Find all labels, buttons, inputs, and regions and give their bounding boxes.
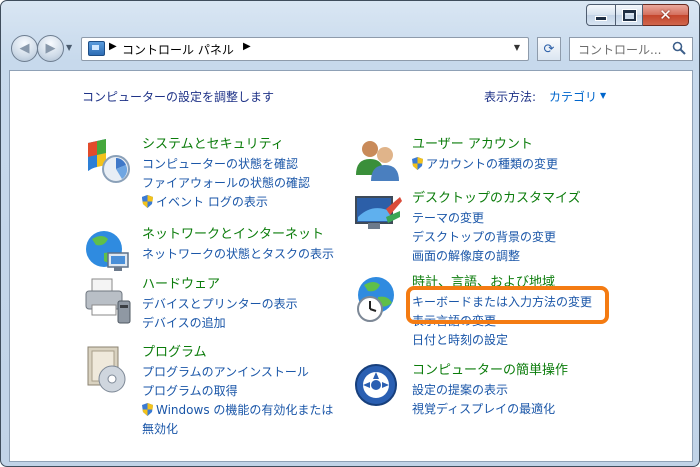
breadcrumb-chevron-icon[interactable]: ▶ (109, 41, 117, 52)
link-suggested-settings[interactable]: 設定の提案の表示 (412, 381, 568, 400)
link-label: アカウントの種類の変更 (426, 157, 559, 171)
link-adjust-resolution[interactable]: 画面の解像度の調整 (412, 247, 581, 266)
category-title[interactable]: プログラム (142, 343, 342, 362)
page-title: コンピューターの設定を調整します (82, 90, 275, 104)
minimize-button[interactable] (586, 4, 616, 26)
refresh-button[interactable]: ⟳ (537, 37, 561, 61)
recent-pages-dropdown[interactable]: ▼ (66, 43, 72, 52)
link-devices-printers[interactable]: デバイスとプリンターの表示 (142, 295, 298, 314)
breadcrumb-chevron-icon[interactable]: ▶ (243, 41, 251, 52)
category-ease-of-access-text: コンピューターの簡単操作 設定の提案の表示 視覚ディスプレイの最適化 (412, 361, 568, 419)
category-title[interactable]: ユーザー アカウント (412, 135, 558, 154)
link-optimize-visual-display[interactable]: 視覚ディスプレイの最適化 (412, 400, 568, 419)
window-frame: ✕ ◀ ▶ ▼ ▶ コントロール パネル ▶ ▼ ⟳ コントロール... コンピ… (0, 0, 700, 467)
refresh-icon: ⟳ (543, 41, 555, 57)
search-placeholder: コントロール... (578, 43, 662, 57)
link-view-network-status[interactable]: ネットワークの状態とタスクの表示 (142, 245, 334, 264)
hardware-printer-icon (85, 278, 131, 324)
programs-icon (87, 346, 126, 393)
desktop-customize-icon (355, 196, 402, 229)
search-input[interactable]: コントロール... (569, 37, 693, 61)
view-by-dropdown[interactable]: カテゴリ (549, 88, 597, 105)
link-label: イベント ログの表示 (156, 195, 268, 209)
breadcrumb-control-panel[interactable]: コントロール パネル (122, 41, 234, 58)
highlight-annotation (406, 286, 609, 324)
link-change-account-type[interactable]: アカウントの種類の変更 (412, 155, 558, 174)
category-title[interactable]: ハードウェア (142, 275, 298, 294)
link-get-programs[interactable]: プログラムの取得 (142, 382, 342, 401)
search-icon[interactable] (672, 41, 686, 55)
network-internet-icon (86, 231, 129, 271)
category-user-accounts-text: ユーザー アカウント アカウントの種類の変更 (412, 135, 558, 174)
uac-shield-icon (412, 157, 423, 170)
category-network-internet-text: ネットワークとインターネット ネットワークの状態とタスクの表示 (142, 225, 334, 264)
uac-shield-icon (142, 403, 153, 416)
clock-language-region-icon (357, 277, 394, 322)
maximize-button[interactable] (616, 4, 643, 26)
link-label: Windows の機能の有効化または無効化 (142, 403, 334, 436)
link-check-firewall-status[interactable]: ファイアウォールの状態の確認 (142, 174, 310, 193)
address-dropdown-icon[interactable]: ▼ (514, 43, 520, 52)
category-hardware-text: ハードウェア デバイスとプリンターの表示 デバイスの追加 (142, 275, 298, 333)
navigation-bar: ◀ ▶ ▼ ▶ コントロール パネル ▶ ▼ ⟳ コントロール... (9, 33, 693, 63)
category-title[interactable]: ネットワークとインターネット (142, 225, 334, 244)
address-bar[interactable]: ▶ コントロール パネル ▶ ▼ (81, 37, 529, 61)
category-title[interactable]: デスクトップのカスタマイズ (412, 189, 581, 208)
maximize-icon (621, 8, 637, 22)
link-change-background[interactable]: デスクトップの背景の変更 (412, 228, 581, 247)
view-by-label: 表示方法: (484, 90, 537, 104)
close-icon: ✕ (659, 5, 672, 24)
close-button[interactable]: ✕ (643, 4, 689, 26)
category-system-security-text: システムとセキュリティ コンピューターの状態を確認 ファイアウォールの状態の確認… (142, 135, 310, 212)
link-windows-features[interactable]: Windows の機能の有効化または無効化 (142, 401, 342, 439)
category-title[interactable]: システムとセキュリティ (142, 135, 310, 154)
control-panel-icon (88, 41, 105, 56)
link-change-theme[interactable]: テーマの変更 (412, 209, 581, 228)
uac-shield-icon (142, 195, 153, 208)
link-add-device[interactable]: デバイスの追加 (142, 314, 298, 333)
link-date-time-settings[interactable]: 日付と時刻の設定 (412, 331, 592, 350)
chevron-down-icon[interactable]: ▼ (600, 91, 606, 100)
link-view-event-logs[interactable]: イベント ログの表示 (142, 193, 310, 212)
back-button[interactable]: ◀ (11, 35, 38, 62)
forward-button[interactable]: ▶ (37, 35, 64, 62)
arrow-left-icon: ◀ (19, 41, 30, 56)
window-controls: ✕ (586, 4, 689, 26)
ease-of-access-icon (355, 364, 397, 406)
user-accounts-icon (356, 141, 399, 181)
link-uninstall-program[interactable]: プログラムのアンインストール (142, 363, 342, 382)
category-title[interactable]: コンピューターの簡単操作 (412, 361, 568, 380)
arrow-right-icon: ▶ (45, 41, 56, 56)
category-desktop-customization-text: デスクトップのカスタマイズ テーマの変更 デスクトップの背景の変更 画面の解像度… (412, 189, 581, 266)
content-area: コンピューターの設定を調整します 表示方法: カテゴリ ▼ システムとセキュリテ… (9, 70, 693, 462)
system-security-icon (88, 139, 130, 183)
category-programs-text: プログラム プログラムのアンインストール プログラムの取得 Windows の機… (142, 343, 342, 439)
minimize-icon (595, 16, 607, 21)
link-check-computer-status[interactable]: コンピューターの状態を確認 (142, 155, 310, 174)
